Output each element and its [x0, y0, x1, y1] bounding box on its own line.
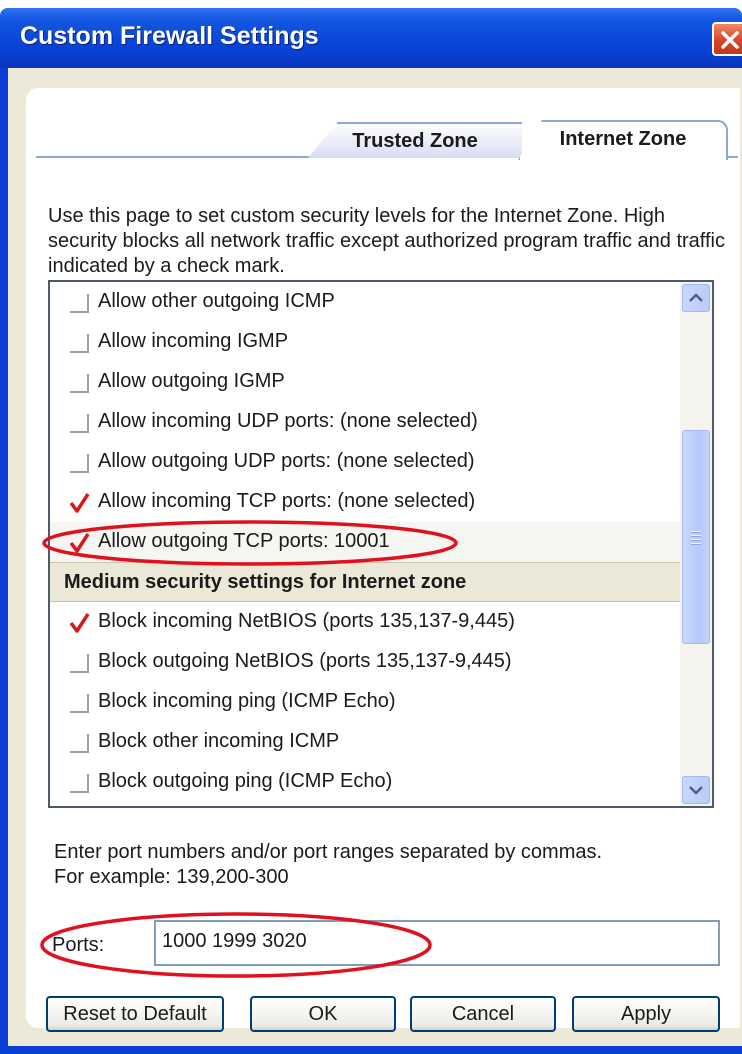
list-item-selected[interactable]: Allow outgoing TCP ports: 10001 — [50, 522, 680, 562]
scroll-down-button[interactable] — [682, 776, 710, 804]
checkbox-unchecked-icon[interactable] — [68, 332, 90, 354]
page-description: Use this page to set custom security lev… — [48, 205, 725, 277]
list-item-label: Block incoming NetBIOS (ports 135,137-9,… — [98, 610, 515, 632]
scroll-thumb[interactable] — [682, 430, 710, 644]
list-item[interactable]: Block outgoing ping (ICMP Echo) — [50, 762, 680, 802]
list-item-label: Block other incoming ICMP — [98, 730, 340, 752]
list-item-label: Block outgoing NetBIOS (ports 135,137-9,… — [98, 650, 512, 672]
list-item-label: Allow outgoing TCP ports: 10001 — [98, 530, 390, 552]
list-item-label: Allow other outgoing ICMP — [98, 290, 335, 312]
chevron-up-icon — [689, 293, 703, 302]
list-item[interactable]: Allow incoming TCP ports: (none selected… — [50, 482, 680, 522]
list-item[interactable]: Block outgoing NetBIOS (ports 135,137-9,… — [50, 642, 680, 682]
grip-icon — [691, 531, 701, 547]
list-item[interactable]: Block incoming ping (ICMP Echo) — [50, 682, 680, 722]
checkbox-unchecked-icon[interactable] — [68, 412, 90, 434]
list-item[interactable]: Allow outgoing UDP ports: (none selected… — [50, 442, 680, 482]
list-item-label: Allow outgoing IGMP — [98, 370, 285, 392]
window-title: Custom Firewall Settings — [20, 22, 319, 50]
list-item-label: Block incoming ping (ICMP Echo) — [98, 690, 396, 712]
list-item[interactable]: Allow incoming IGMP — [50, 322, 680, 362]
chevron-down-icon — [689, 786, 703, 795]
list-item-label: Allow incoming IGMP — [98, 330, 289, 352]
list-item-label: Allow outgoing UDP ports: (none selected… — [98, 450, 475, 472]
checkbox-unchecked-icon[interactable] — [68, 692, 90, 714]
list-item-label: Allow incoming UDP ports: (none selected… — [98, 410, 478, 432]
checkbox-unchecked-icon[interactable] — [68, 732, 90, 754]
tab-trusted-zone[interactable]: Trusted Zone — [308, 122, 522, 158]
checkbox-unchecked-icon[interactable] — [68, 292, 90, 314]
dialog-body: Trusted Zone Internet Zone Use this page… — [8, 68, 742, 1046]
scroll-up-button[interactable] — [682, 284, 710, 312]
security-settings-list[interactable]: Allow other outgoing ICMP Allow incoming… — [48, 280, 714, 808]
list-item[interactable]: Allow incoming UDP ports: (none selected… — [50, 402, 680, 442]
checkbox-unchecked-icon[interactable] — [68, 652, 90, 674]
tab-label: Trusted Zone — [352, 130, 478, 152]
ok-button[interactable]: OK — [250, 996, 396, 1032]
list-item[interactable]: Allow other outgoing ICMP — [50, 282, 680, 322]
checkmark-icon[interactable] — [68, 532, 90, 554]
checkmark-icon[interactable] — [68, 612, 90, 634]
list-item-label: Block outgoing ping (ICMP Echo) — [98, 770, 393, 792]
vertical-scrollbar[interactable] — [680, 282, 712, 806]
checkbox-unchecked-icon[interactable] — [68, 772, 90, 794]
close-button[interactable] — [712, 22, 742, 56]
ports-label: Ports: — [52, 934, 105, 956]
checkbox-unchecked-icon[interactable] — [68, 452, 90, 474]
ports-input[interactable]: 1000 1999 3020 — [154, 920, 720, 966]
section-header: Medium security settings for Internet zo… — [50, 562, 680, 602]
list-item-label: Allow incoming TCP ports: (none selected… — [98, 490, 476, 512]
apply-button[interactable]: Apply — [572, 996, 720, 1032]
title-bar[interactable]: Custom Firewall Settings — [0, 8, 742, 68]
list-item[interactable]: Block incoming NetBIOS (ports 135,137-9,… — [50, 602, 680, 642]
tab-internet-zone[interactable]: Internet Zone — [518, 120, 728, 160]
tab-panel: Trusted Zone Internet Zone Use this page… — [26, 88, 740, 1032]
port-hint: Enter port numbers and/or port ranges se… — [54, 840, 734, 890]
tab-label: Internet Zone — [559, 128, 687, 150]
port-hint-line1: Enter port numbers and/or port ranges se… — [54, 841, 603, 863]
reset-to-default-button[interactable]: Reset to Default — [46, 996, 224, 1032]
dialog-window: Custom Firewall Settings Trusted Zone In… — [0, 8, 742, 1054]
port-hint-line2: For example: 139,200-300 — [54, 866, 289, 888]
list-item[interactable]: Block other incoming ICMP — [50, 722, 680, 762]
cancel-button[interactable]: Cancel — [410, 996, 556, 1032]
list-item[interactable]: Allow outgoing IGMP — [50, 362, 680, 402]
section-header-label: Medium security settings for Internet zo… — [64, 571, 467, 593]
checkbox-unchecked-icon[interactable] — [68, 372, 90, 394]
checkmark-icon[interactable] — [68, 492, 90, 514]
